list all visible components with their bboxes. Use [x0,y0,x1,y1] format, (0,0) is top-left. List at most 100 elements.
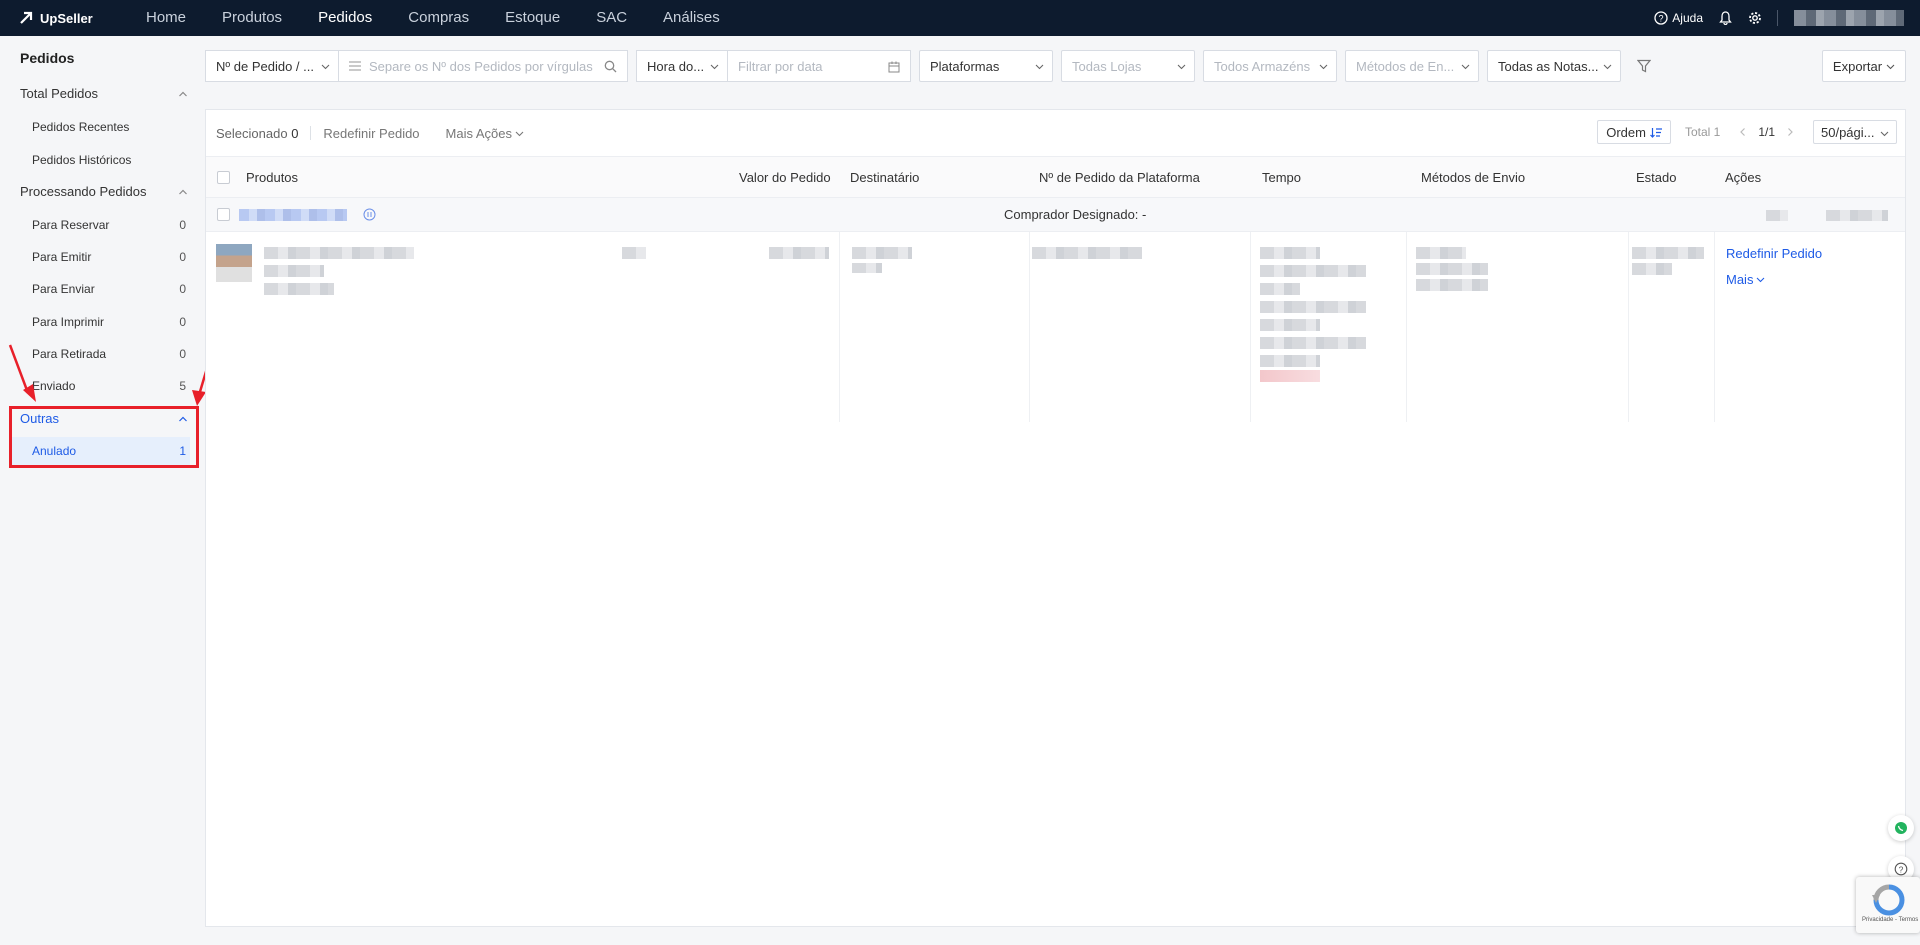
user-account[interactable] [1794,10,1904,26]
sidebar-item-para-reservar[interactable]: Para Reservar 0 [10,211,190,239]
orders-toolbar: Selecionado 0 Redefinir Pedido Mais Açõe… [206,110,1905,156]
bell-icon[interactable] [1717,10,1733,26]
help-icon: ? [1654,11,1668,25]
product-thumbnail[interactable] [216,244,252,282]
order-search-input[interactable]: Separe os Nº dos Pedidos por vírgulas [338,50,628,82]
col-platform-order: Nº de Pedido da Plataforma [1039,170,1200,185]
date-placeholder: Filtrar por data [738,58,823,74]
redacted-text [1260,283,1300,295]
nav-estoque[interactable]: Estoque [487,0,578,36]
sidebar-item-pedidos-historicos[interactable]: Pedidos Históricos [10,146,190,174]
help-label: Ajuda [1672,11,1703,25]
order-search-combo: Nº de Pedido / ... Separe os Nº dos Pedi… [205,50,628,82]
redacted-text [769,247,829,259]
order-number-link[interactable] [239,209,347,221]
redacted-text [1260,319,1320,331]
order-type-select[interactable]: Nº de Pedido / ... [205,50,339,82]
nav-produtos[interactable]: Produtos [204,0,300,36]
filter-bar: Nº de Pedido / ... Separe os Nº dos Pedi… [205,50,1655,82]
invoices-select[interactable]: Todas as Notas... [1487,50,1621,82]
chevron-down-icon [1880,131,1889,137]
divider [1029,232,1030,422]
selected-label: Selecionado [216,125,288,141]
group-total-pedidos[interactable]: Total Pedidos [20,86,188,101]
redacted-text [1260,355,1320,367]
redacted-text [1260,247,1320,259]
col-recipient: Destinatário [850,170,920,185]
recaptcha-text: Privacidade - Termos [1862,917,1919,923]
redacted-text [1416,247,1466,259]
sidebar-item-count: 0 [179,250,186,264]
selected-counter: Selecionado 0 [216,126,298,141]
warehouses-select[interactable]: Todos Armazéns [1203,50,1337,82]
whatsapp-icon [1895,822,1907,834]
annotation-highlight-box [9,406,199,468]
nav-analises[interactable]: Análises [645,0,738,36]
nav-home[interactable]: Home [128,0,204,36]
brand-name: UpSeller [40,10,93,26]
search-placeholder: Separe os Nº dos Pedidos por vírgulas [369,58,593,74]
sidebar-item-para-emitir[interactable]: Para Emitir 0 [10,243,190,271]
chevron-down-icon [321,64,330,70]
date-filter-combo: Hora do... Filtrar por data [636,50,911,82]
export-label: Exportar [1832,58,1883,74]
col-time: Tempo [1262,170,1302,185]
stores-select[interactable]: Todas Lojas [1061,50,1195,82]
group-processando-pedidos[interactable]: Processando Pedidos [20,184,188,199]
recaptcha-badge[interactable]: Privacidade - Termos [1856,877,1920,933]
svg-text:?: ? [1899,864,1904,874]
top-navbar: UpSeller Home Produtos Pedidos Compras Estoq… [0,0,1920,36]
stores-value: Todas Lojas [1072,58,1142,74]
date-filter-input[interactable]: Filtrar por data [727,50,911,82]
sort-icon [1650,127,1662,138]
more-link[interactable]: Mais [1726,272,1765,287]
redacted-text [1260,337,1366,349]
search-icon[interactable] [604,60,617,73]
reset-order-button[interactable]: Redefinir Pedido [323,126,419,141]
page-size-select[interactable]: 50/pági... [1813,120,1897,144]
more-actions-button[interactable]: Mais Ações [446,126,524,141]
nav-sac[interactable]: SAC [578,0,645,36]
sidebar-title: Pedidos [20,50,75,66]
redacted-text [1826,210,1888,221]
svg-text:?: ? [1659,14,1664,24]
filter-icon[interactable] [1633,50,1655,82]
sidebar: Pedidos Total Pedidos Pedidos Recentes P… [0,36,200,945]
shipping-methods-select[interactable]: Métodos de En... [1345,50,1479,82]
group-label: Total Pedidos [20,86,99,101]
more-link-label: Mais [1726,272,1754,287]
pagination: 1/1 [1738,125,1795,139]
nav-compras[interactable]: Compras [390,0,487,36]
sort-order-label: Ordem [1606,124,1646,140]
info-icon[interactable] [363,208,376,221]
divider [310,126,312,140]
redacted-text [1260,370,1320,382]
nav-pedidos[interactable]: Pedidos [300,0,390,36]
upseller-logo[interactable]: UpSeller [18,10,128,26]
divider [1628,232,1629,422]
more-actions-label: Mais Ações [445,125,513,141]
gear-icon[interactable] [1747,10,1763,26]
reset-order-link[interactable]: Redefinir Pedido [1726,246,1822,261]
sidebar-item-label: Pedidos Recentes [32,120,130,134]
export-button[interactable]: Exportar [1822,50,1906,82]
chevron-left-icon[interactable] [1738,127,1748,137]
sidebar-item-para-enviar[interactable]: Para Enviar 0 [10,275,190,303]
order-checkbox[interactable] [217,208,230,221]
group-label: Processando Pedidos [20,184,147,199]
help-button[interactable]: ? Ajuda [1654,11,1703,25]
redacted-text [1032,247,1142,259]
divider [1406,232,1407,422]
select-all-checkbox[interactable] [217,171,230,184]
col-actions: Ações [1725,170,1762,185]
chevron-down-icon [1603,64,1612,70]
sort-order-button[interactable]: Ordem [1597,120,1671,144]
order-type-value: Nº de Pedido / ... [216,58,314,74]
time-type-select[interactable]: Hora do... [636,50,728,82]
whatsapp-button[interactable] [1888,815,1914,841]
platforms-select[interactable]: Plataformas [919,50,1053,82]
page-size-value: 50/pági... [1821,124,1875,140]
sidebar-item-pedidos-recentes[interactable]: Pedidos Recentes [10,113,190,141]
redacted-text [1260,265,1366,277]
chevron-right-icon[interactable] [1785,127,1795,137]
